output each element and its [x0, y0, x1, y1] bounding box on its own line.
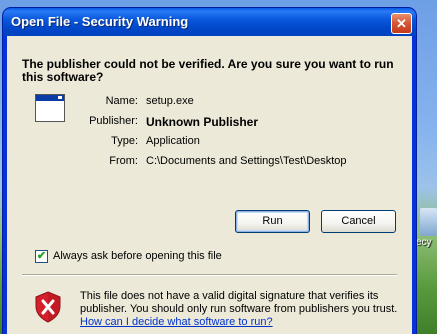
security-warning-dialog: Open File - Security Warning ✕ The publi… — [3, 8, 416, 334]
shield-x-icon — [35, 291, 61, 323]
field-value: Unknown Publisher — [146, 115, 259, 129]
title-bar[interactable]: Open File - Security Warning ✕ — [3, 8, 416, 36]
divider — [22, 274, 397, 276]
dialog-body: The publisher could not be verified. Are… — [7, 36, 412, 334]
field-label: Type: — [111, 135, 138, 147]
help-link[interactable]: How can I decide what software to run? — [80, 316, 273, 328]
always-ask-label[interactable]: Always ask before opening this file — [53, 250, 222, 262]
details-panel: The publisher could not be verified. Are… — [7, 36, 412, 246]
field-value: setup.exe — [146, 95, 194, 107]
run-button[interactable]: Run — [235, 210, 310, 233]
field-publisher-row: Publisher: Unknown Publisher — [70, 115, 400, 129]
warning-message: This file does not have a valid digital … — [80, 290, 400, 329]
always-ask-checkbox[interactable]: ✔ — [35, 250, 48, 263]
field-from-row: From: C:\Documents and Settings\Test\Des… — [70, 155, 400, 169]
field-label: Publisher: — [89, 115, 138, 127]
cancel-button[interactable]: Cancel — [321, 210, 396, 233]
warning-text: This file does not have a valid digital … — [80, 290, 398, 315]
desktop-shortcut-icon[interactable] — [420, 208, 437, 236]
warning-headline: The publisher could not be verified. Are… — [22, 57, 394, 84]
field-type-row: Type: Application — [70, 135, 400, 149]
dialog-title: Open File - Security Warning — [11, 14, 189, 29]
desktop-shortcut-label: ecy — [416, 237, 432, 248]
close-button[interactable]: ✕ — [391, 13, 412, 34]
field-value: C:\Documents and Settings\Test\Desktop — [146, 155, 347, 167]
field-value: Application — [146, 135, 200, 147]
field-label: From: — [109, 155, 138, 167]
field-name-row: Name: setup.exe — [70, 95, 400, 109]
field-label: Name: — [105, 95, 138, 107]
window-app-icon — [35, 94, 65, 122]
